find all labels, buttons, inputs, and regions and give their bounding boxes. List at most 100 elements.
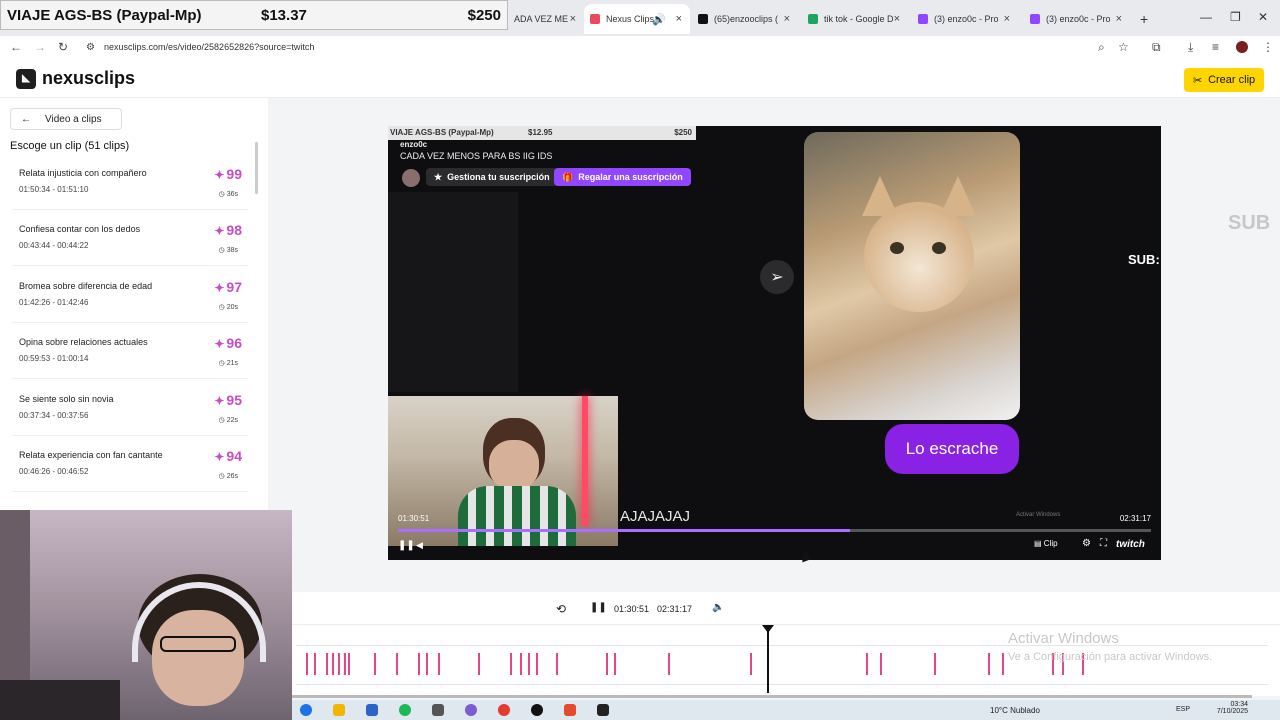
timeline-marker[interactable]: [606, 653, 608, 675]
extensions-icon[interactable]: ⧉: [1152, 40, 1161, 55]
system-clock[interactable]: 03:34 7/10/2025: [1208, 701, 1248, 715]
clip-item[interactable]: Opina sobre relaciones actuales 00:59:53…: [12, 333, 248, 379]
download-icon[interactable]: ⤓: [1188, 40, 1193, 55]
edge-icon[interactable]: [300, 704, 312, 716]
timeline-marker[interactable]: [438, 653, 440, 675]
clip-item[interactable]: Relata experiencia con fan cantante 00:4…: [12, 446, 248, 492]
clip-range: 00:46:26 - 00:46:52: [19, 467, 89, 476]
site-info-icon[interactable]: ⚙: [86, 42, 95, 53]
manage-subscription-button[interactable]: ★ Gestiona tu suscripción: [426, 168, 558, 186]
logo[interactable]: ◣ nexusclips: [16, 68, 135, 89]
timeline-marker[interactable]: [348, 653, 350, 675]
volume-icon[interactable]: ◀: [416, 540, 423, 551]
timeline-marker[interactable]: [418, 653, 420, 675]
pause-icon[interactable]: ❚❚: [590, 602, 607, 613]
app-icon[interactable]: [564, 704, 576, 716]
forward-icon[interactable]: →: [34, 40, 46, 54]
clip-item[interactable]: Se siente solo sin novia 00:37:34 - 00:3…: [12, 390, 248, 436]
timeline-marker[interactable]: [338, 653, 340, 675]
zoom-icon[interactable]: ⌕: [1098, 40, 1105, 55]
timeline-marker[interactable]: [556, 653, 558, 675]
player-progress-bar[interactable]: [398, 529, 1151, 532]
close-icon[interactable]: ×: [1004, 13, 1010, 25]
timeline-marker[interactable]: [426, 653, 428, 675]
timeline-marker[interactable]: [344, 653, 346, 675]
fullscreen-icon[interactable]: ⛶: [1100, 538, 1107, 549]
spotify-icon[interactable]: [399, 704, 411, 716]
language-indicator[interactable]: ESP: [1176, 706, 1190, 713]
timeline-playhead[interactable]: [762, 625, 774, 693]
timeline-marker[interactable]: [668, 653, 670, 675]
twitch-logo[interactable]: twitch: [1116, 539, 1145, 550]
close-window-icon[interactable]: ✕: [1258, 10, 1268, 24]
close-icon[interactable]: ×: [1116, 13, 1122, 25]
sparkle-icon: ✦: [214, 337, 225, 351]
clip-button[interactable]: ▤ Clip: [1034, 539, 1058, 548]
timeline-marker[interactable]: [374, 653, 376, 675]
speaker-icon[interactable]: 🔊: [652, 13, 666, 26]
clip-item[interactable]: Bromea sobre diferencia de edad 01:42:26…: [12, 277, 248, 323]
timeline-marker[interactable]: [396, 653, 398, 675]
sidebar-scrollbar[interactable]: [255, 142, 258, 194]
timeline-marker[interactable]: [528, 653, 530, 675]
timeline-scrollbar[interactable]: [292, 695, 1252, 698]
video-player[interactable]: VIAJE AGS-BS (Paypal-Mp) $12.95 $250 enz…: [388, 126, 1161, 560]
tab-google-drive[interactable]: tik tok - Google D ×: [802, 6, 908, 32]
tab-twitch-profile-1[interactable]: (3) enzo0c - Pro ×: [912, 6, 1018, 32]
timeline-marker[interactable]: [478, 653, 480, 675]
menu-icon[interactable]: ⋮: [1262, 40, 1274, 54]
obs-icon[interactable]: [465, 704, 477, 716]
gift-subscription-button[interactable]: 🎁 Regalar una suscripción: [554, 168, 691, 186]
pause-icon[interactable]: ❚❚: [398, 540, 415, 551]
timeline-marker[interactable]: [536, 653, 538, 675]
timeline-marker[interactable]: [880, 653, 882, 675]
timeline-marker[interactable]: [988, 653, 990, 675]
weather-widget[interactable]: 10°C Nublado: [990, 706, 1040, 715]
tab-twitch-profile-2[interactable]: (3) enzo0c - Pro ×: [1024, 6, 1130, 32]
timeline-marker[interactable]: [614, 653, 616, 675]
streamer-name: enzo0c: [400, 140, 428, 149]
media-icon[interactable]: ≡: [1212, 40, 1219, 54]
shelf: [0, 680, 120, 720]
settings-app-icon[interactable]: [432, 704, 444, 716]
close-icon[interactable]: ×: [894, 13, 900, 25]
minimize-icon[interactable]: —: [1200, 10, 1212, 24]
capcut-icon[interactable]: [597, 704, 609, 716]
restore-icon[interactable]: ❐: [1230, 10, 1241, 24]
volume-icon[interactable]: 🔈: [712, 602, 724, 613]
profile-avatar-icon[interactable]: [1236, 41, 1248, 53]
tab-nexus-clips[interactable]: Nexus Clips 🔊 ×: [584, 4, 690, 34]
restart-icon[interactable]: ⟲: [556, 602, 566, 616]
clip-item[interactable]: Relata injusticia con compañero 01:50:34…: [12, 164, 248, 210]
clock-icon: ◷: [218, 417, 227, 424]
close-icon[interactable]: ×: [676, 13, 682, 25]
reload-icon[interactable]: ↻: [58, 40, 68, 54]
close-icon[interactable]: ×: [784, 13, 790, 25]
timeline-marker[interactable]: [314, 653, 316, 675]
timeline-marker[interactable]: [510, 653, 512, 675]
back-icon[interactable]: ←: [10, 40, 22, 54]
tab-1[interactable]: ADA VEZ ME ×: [508, 6, 584, 32]
bookmark-star-icon[interactable]: ☆: [1118, 40, 1129, 54]
store-icon[interactable]: [366, 704, 378, 716]
tab-enzooclips[interactable]: (65)enzooclips (×: [692, 6, 798, 32]
close-icon[interactable]: ×: [570, 13, 576, 25]
timeline-marker[interactable]: [750, 653, 752, 675]
back-to-video-button[interactable]: ← Video a clips: [10, 108, 122, 130]
new-tab-button[interactable]: +: [1134, 6, 1154, 32]
timeline-marker[interactable]: [866, 653, 868, 675]
clip-item[interactable]: Confiesa contar con los dedos 00:43:44 -…: [12, 220, 248, 266]
settings-icon[interactable]: ⚙: [1082, 538, 1091, 549]
clip-range: 00:59:53 - 01:00:14: [19, 354, 89, 363]
timeline-marker[interactable]: [306, 653, 308, 675]
chrome-icon[interactable]: [498, 704, 510, 716]
timeline-marker[interactable]: [520, 653, 522, 675]
timeline-marker[interactable]: [332, 653, 334, 675]
timeline-marker[interactable]: [1002, 653, 1004, 675]
create-clip-button[interactable]: ✂ Crear clip: [1184, 68, 1264, 92]
timeline-marker[interactable]: [934, 653, 936, 675]
app-icon[interactable]: [531, 704, 543, 716]
file-explorer-icon[interactable]: [333, 704, 345, 716]
url-field[interactable]: nexusclips.com/es/video/2582652826?sourc…: [104, 42, 314, 52]
timeline-marker[interactable]: [326, 653, 328, 675]
